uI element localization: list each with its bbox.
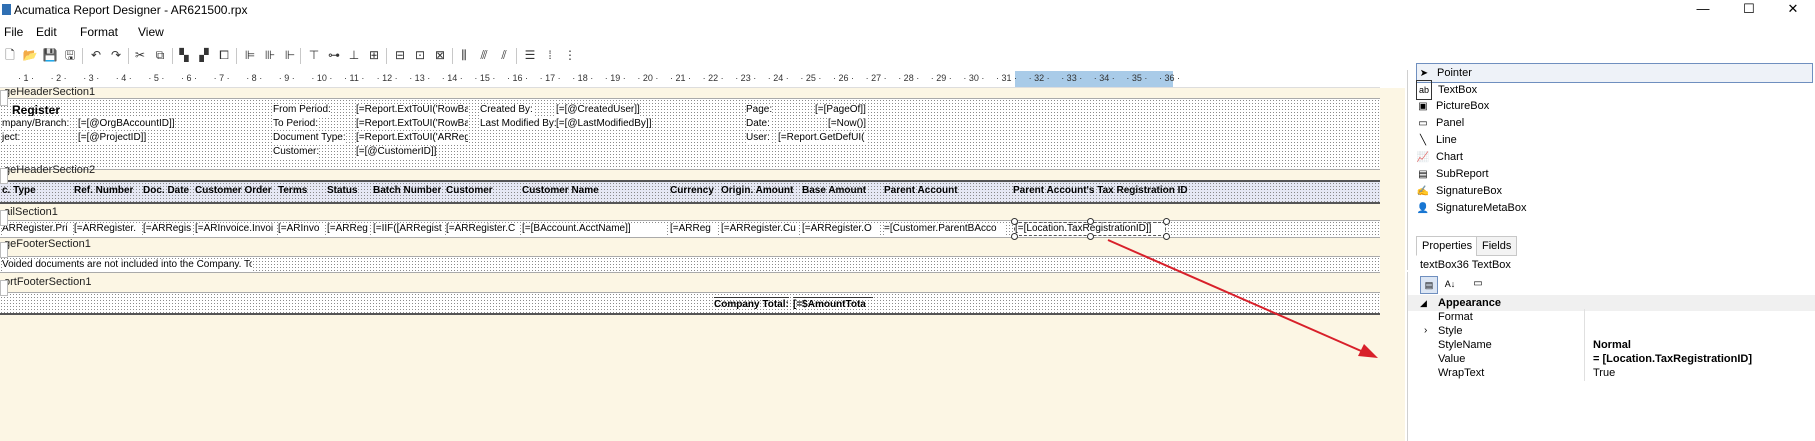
annotation-arrow: [1107, 239, 1378, 358]
